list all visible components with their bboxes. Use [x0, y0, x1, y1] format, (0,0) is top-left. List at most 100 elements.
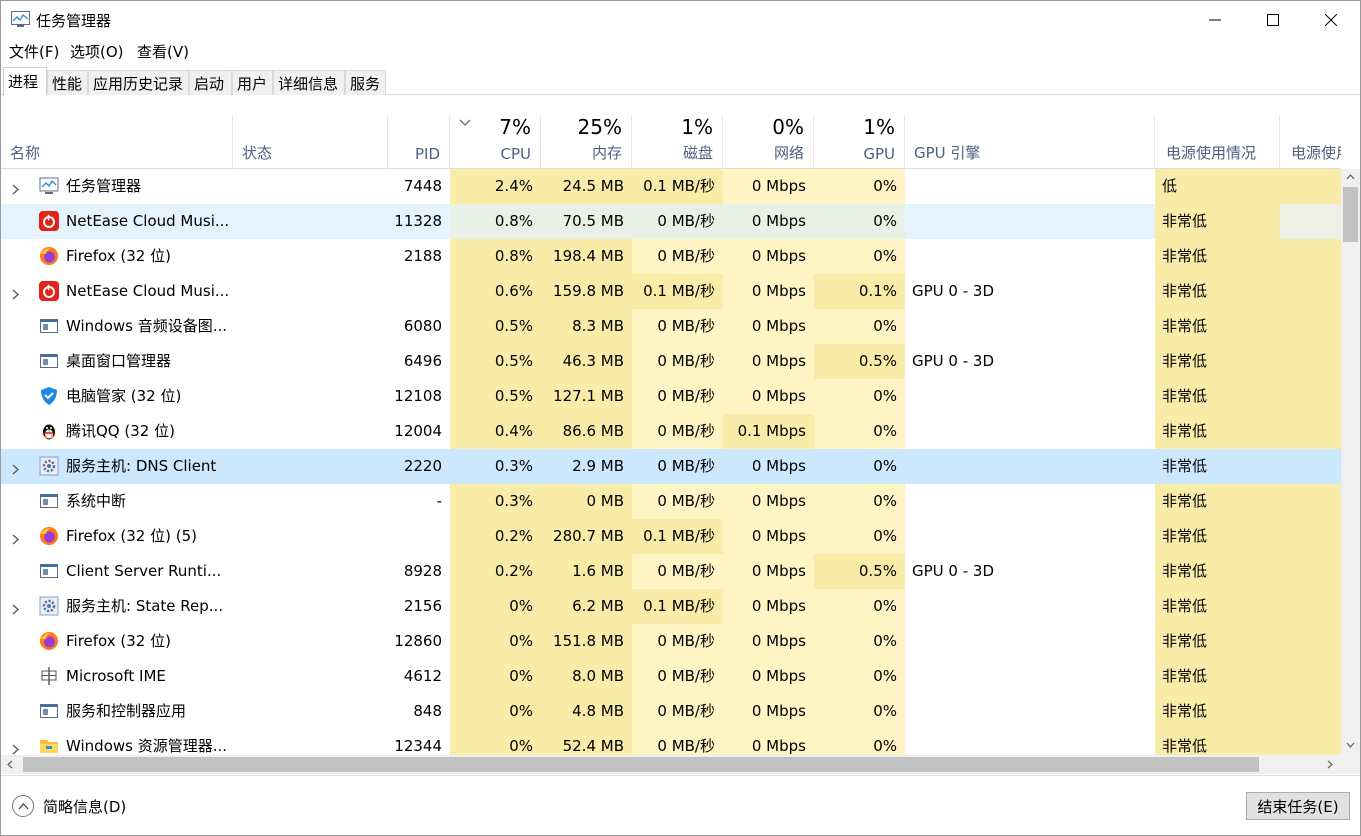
menu-file[interactable]: 文件(F) — [9, 41, 59, 62]
cell-engine — [905, 239, 1155, 274]
end-task-button[interactable]: 结束任务(E) — [1246, 792, 1350, 820]
header-power[interactable]: 电源使用情况 — [1155, 115, 1280, 169]
cell-power-trend — [1280, 274, 1341, 309]
cell-gpu: 0% — [814, 309, 905, 344]
taskmgr-icon — [11, 11, 30, 27]
cell-gpu: 0% — [814, 204, 905, 239]
tab-processes[interactable]: 进程 — [3, 67, 47, 96]
cell-engine: GPU 0 - 3D — [912, 562, 995, 580]
table-row[interactable]: Windows 音频设备图... 6080 0.5% 8.3 MB 0 MB/秒 0 Mb… — [1, 309, 1341, 344]
table-row[interactable]: Windows 资源管理器... 12344 0% 52.4 MB 0 MB/秒 0 Mb… — [1, 729, 1341, 755]
chevron-right-icon[interactable] — [12, 286, 19, 304]
header-network-total: 0% — [772, 115, 804, 139]
cell-mem: 151.8 MB — [541, 624, 632, 659]
vertical-scrollbar[interactable] — [1341, 169, 1360, 755]
tab-performance[interactable]: 性能 — [47, 70, 88, 95]
cell-power: 非常低 — [1155, 239, 1280, 274]
process-name: 系统中断 — [66, 492, 127, 510]
table-row[interactable]: 腾讯QQ (32 位) 12004 0.4% 86.6 MB 0 MB/秒 0.1 Mbp… — [1, 414, 1341, 449]
cell-cpu: 0.5% — [450, 379, 541, 414]
table-row[interactable]: Firefox (32 位) (5) 0.2% 280.7 MB 0.1 MB/秒 0 … — [1, 519, 1341, 554]
close-button[interactable] — [1302, 1, 1360, 39]
table-row[interactable]: 服务主机: DNS Client 2220 0.3% 2.9 MB 0 MB/秒 0 Mb… — [1, 449, 1341, 484]
cell-gpu: 0.5% — [814, 344, 905, 379]
cell-power: 非常低 — [1155, 309, 1280, 344]
cell-disk: 0 MB/秒 — [632, 204, 723, 239]
cell-mem: 46.3 MB — [541, 344, 632, 379]
table-row[interactable]: NetEase Cloud Musi... 0.6% 159.8 MB 0.1 MB/… — [1, 274, 1341, 309]
tab-details[interactable]: 详细信息 — [273, 70, 345, 95]
table-row[interactable]: 服务和控制器应用 848 0% 4.8 MB 0 MB/秒 0 Mbps 0% 非常低 — [1, 694, 1341, 729]
tab-users[interactable]: 用户 — [232, 70, 273, 95]
menu-options[interactable]: 选项(O) — [70, 41, 124, 62]
cell-mem: 8.3 MB — [541, 309, 632, 344]
header-gpu-engine-label: GPU 引擎 — [914, 144, 981, 162]
process-name: 桌面窗口管理器 — [66, 352, 172, 370]
cell-engine: GPU 0 - 3D — [912, 282, 995, 300]
header-memory[interactable]: 25% 内存 — [541, 115, 632, 169]
horizontal-scroll-thumb[interactable] — [23, 757, 1259, 772]
cell-disk: 0 MB/秒 — [657, 457, 715, 475]
header-status[interactable]: 状态 — [233, 115, 388, 169]
cell-pid: 2188 — [403, 247, 442, 265]
tab-app-history[interactable]: 应用历史记录 — [88, 70, 189, 95]
table-row[interactable]: Firefox (32 位) 2188 0.8% 198.4 MB 0 MB/秒 0 Mb… — [1, 239, 1341, 274]
header-power-trend[interactable]: 电源使用情 — [1280, 115, 1341, 169]
cell-pid: 848 — [413, 702, 442, 720]
chevron-right-icon[interactable] — [12, 531, 19, 549]
chevron-right-icon[interactable] — [12, 601, 19, 619]
table-row[interactable]: Firefox (32 位) 12860 0% 151.8 MB 0 MB/秒 0 Mbp… — [1, 624, 1341, 659]
maximize-button[interactable] — [1244, 1, 1302, 39]
cell-engine — [905, 379, 1155, 414]
header-memory-total: 25% — [577, 115, 622, 139]
scroll-right-icon[interactable] — [1327, 760, 1333, 769]
header-network[interactable]: 0% 网络 — [723, 115, 814, 169]
header-gpu-engine[interactable]: GPU 引擎 — [905, 115, 1155, 169]
minimize-button[interactable] — [1186, 1, 1244, 39]
header-name[interactable]: 名称 — [1, 115, 233, 169]
column-header: 名称 状态 PID 7% CPU 25% 内存 1% 磁盘 0% 网络 1% G… — [1, 115, 1341, 169]
header-disk[interactable]: 1% 磁盘 — [632, 115, 723, 169]
fewer-details-toggle[interactable]: 简略信息(D) — [12, 795, 126, 817]
process-name: Client Server Runti... — [66, 562, 222, 580]
scroll-down-icon[interactable] — [1346, 742, 1355, 748]
table-row[interactable]: Microsoft IME 4612 0% 8.0 MB 0 MB/秒 0 Mbps 0% 非… — [1, 659, 1341, 694]
cell-mem: 0 MB — [541, 484, 632, 519]
cell-pid: 2220 — [403, 457, 442, 475]
cell-mem: 86.6 MB — [541, 414, 632, 449]
chevron-right-icon[interactable] — [12, 181, 19, 199]
table-row[interactable]: 电脑管家 (32 位) 12108 0.5% 127.1 MB 0 MB/秒 0 Mbps… — [1, 379, 1341, 414]
cell-mem: 127.1 MB — [541, 379, 632, 414]
header-pid[interactable]: PID — [388, 115, 450, 169]
scroll-left-icon[interactable] — [7, 760, 13, 769]
cell-disk: 0 MB/秒 — [632, 379, 723, 414]
folder-icon — [39, 736, 59, 755]
cell-cpu: 0.3% — [494, 457, 533, 475]
tab-startup[interactable]: 启动 — [189, 70, 232, 95]
header-gpu[interactable]: 1% GPU — [814, 115, 905, 169]
menu-view[interactable]: 查看(V) — [137, 41, 189, 62]
table-row[interactable]: 任务管理器 7448 2.4% 24.5 MB 0.1 MB/秒 0 Mbps 0% 低 — [1, 169, 1341, 204]
cell-cpu: 0% — [450, 694, 541, 729]
tab-services[interactable]: 服务 — [345, 70, 386, 95]
process-name: 任务管理器 — [66, 177, 142, 195]
table-row[interactable]: NetEase Cloud Musi... 11328 0.8% 70.5 MB 0 M… — [1, 204, 1341, 239]
header-cpu[interactable]: 7% CPU — [450, 115, 541, 169]
table-row[interactable]: 系统中断 -0.3% 0 MB 0 MB/秒 0 Mbps 0% 非常低 — [1, 484, 1341, 519]
cell-pid: 11328 — [394, 212, 442, 230]
cell-pid: 6496 — [403, 352, 442, 370]
table-row[interactable]: 桌面窗口管理器 6496 0.5% 46.3 MB 0 MB/秒 0 Mbps 0.5% GP… — [1, 344, 1341, 379]
close-icon — [1325, 14, 1337, 26]
chevron-right-icon[interactable] — [12, 461, 19, 479]
cell-pid: 8928 — [403, 562, 442, 580]
cell-power: 非常低 — [1162, 457, 1208, 475]
scroll-up-icon[interactable] — [1346, 174, 1355, 180]
vertical-scroll-thumb[interactable] — [1343, 187, 1358, 242]
horizontal-scrollbar[interactable] — [1, 755, 1341, 774]
chevron-right-icon[interactable] — [12, 741, 19, 755]
table-row[interactable]: 服务主机: State Rep... 2156 0% 6.2 MB 0.1 MB/秒 0 … — [1, 589, 1341, 624]
process-name: NetEase Cloud Musi... — [66, 212, 230, 230]
cell-pid — [388, 519, 450, 554]
cell-engine — [905, 729, 1155, 755]
table-row[interactable]: Client Server Runti... 8928 0.2% 1.6 MB 0 MB… — [1, 554, 1341, 589]
